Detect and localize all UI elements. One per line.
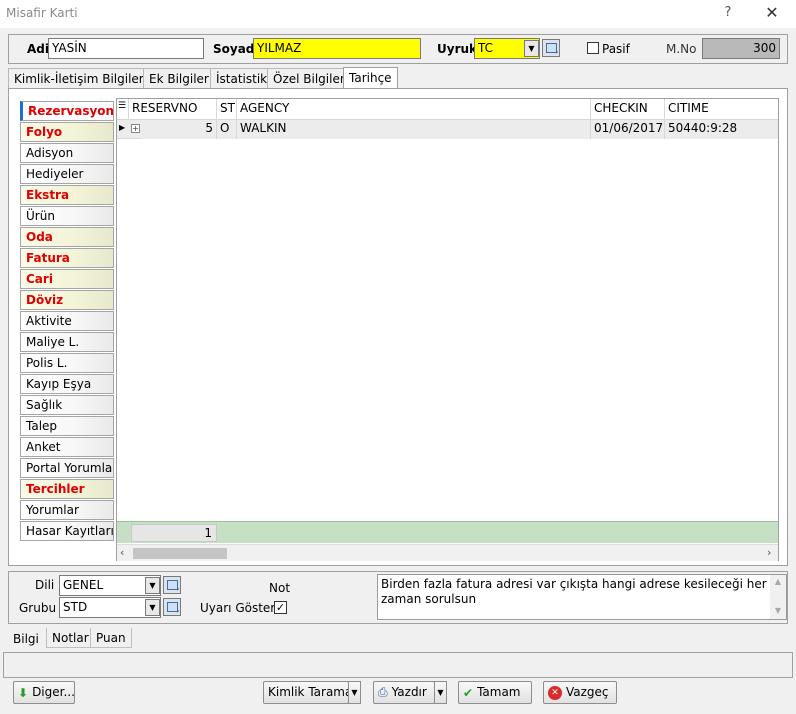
tab-kimlik-iletisim[interactable]: Kimlik-İletişim Bilgileri: [8, 68, 154, 88]
vazgec-button[interactable]: ✕ Vazgeç: [543, 681, 617, 704]
note-memo[interactable]: Birden fazla fatura adresi var çıkışta h…: [377, 574, 787, 620]
side-item-talep[interactable]: Talep: [20, 416, 114, 436]
window-title: Misafir Karti: [6, 6, 78, 20]
soyadi-input[interactable]: YILMAZ: [253, 38, 421, 59]
side-item-oda[interactable]: Oda: [20, 227, 114, 247]
grid-menu-icon[interactable]: ☰: [117, 99, 129, 120]
col-header-st[interactable]: ST: [217, 99, 237, 120]
scroll-thumb[interactable]: [133, 548, 227, 559]
scroll-right-icon[interactable]: ›: [767, 546, 771, 559]
cell-reservno: 5: [141, 120, 217, 139]
diger-label: Diger...: [32, 685, 75, 699]
side-item-yorumlar[interactable]: Yorumlar: [20, 500, 114, 520]
side-item-fatura[interactable]: Fatura: [20, 248, 114, 268]
expand-icon[interactable]: +: [131, 124, 140, 133]
memo-scrollbar[interactable]: ▲ ▼: [770, 575, 786, 619]
side-item-adisyon[interactable]: Adisyon: [20, 143, 114, 163]
side-item-urun[interactable]: Ürün: [20, 206, 114, 226]
yazdir-dropdown[interactable]: ▼: [434, 681, 447, 704]
vazgec-label: Vazgeç: [566, 685, 609, 699]
grubu-lookup-icon[interactable]: [163, 598, 181, 616]
side-item-cari[interactable]: Cari: [20, 269, 114, 289]
close-button[interactable]: ✕: [760, 2, 784, 24]
grubu-label: Grubu: [19, 601, 57, 615]
row-count: 1: [131, 524, 217, 542]
kimlik-tarama-dropdown[interactable]: ▼: [348, 681, 361, 704]
tab-ozel-bilgiler[interactable]: Özel Bilgiler: [267, 68, 351, 88]
side-item-rezervasyon[interactable]: Rezervasyon: [20, 101, 114, 121]
arrow-down-icon: ⬇: [18, 685, 29, 700]
tab-tarihce[interactable]: Tarihçe: [343, 67, 398, 89]
dili-dropdown-button[interactable]: ▼: [145, 577, 160, 594]
cell-citime: 50440:9:28: [665, 120, 778, 139]
dili-label: Dili: [35, 578, 55, 592]
title-bar: Misafir Karti ? ✕: [0, 0, 796, 28]
tamam-label: Tamam: [477, 685, 521, 699]
kimlik-tarama-button[interactable]: Kimlik Tarama: [263, 681, 352, 704]
uyari-goster-checkbox[interactable]: ✓: [274, 601, 287, 614]
cancel-icon: ✕: [548, 685, 562, 700]
grubu-dropdown-button[interactable]: ▼: [145, 599, 160, 616]
cell-st: O: [217, 120, 237, 139]
reservation-grid: ☰ RESERVNO ST AGENCY CHECKIN CITIME ▶ + …: [116, 98, 779, 561]
table-row[interactable]: ▶ + 5 O WALKIN 01/06/2017 50440:9:28: [117, 120, 778, 139]
yazdir-label: Yazdır: [391, 685, 427, 699]
uyruk-dropdown-button[interactable]: ▼: [524, 40, 539, 57]
pasif-label: Pasif: [602, 42, 630, 56]
diger-button[interactable]: ⬇ Diger...: [13, 681, 75, 704]
bottom-tab-notlar[interactable]: Notlar: [46, 628, 95, 648]
side-item-folyo[interactable]: Folyo: [20, 122, 114, 142]
col-header-citime[interactable]: CITIME: [665, 99, 778, 120]
uyruk-label: Uyruk: [437, 42, 478, 56]
side-item-kayip-esya[interactable]: Kayıp Eşya: [20, 374, 114, 394]
mno-label: M.No: [666, 42, 697, 56]
side-item-saglik[interactable]: Sağlık: [20, 395, 114, 415]
col-header-agency[interactable]: AGENCY: [237, 99, 591, 120]
dili-lookup-icon[interactable]: [163, 576, 181, 594]
tab-ek-bilgiler[interactable]: Ek Bilgiler: [143, 68, 215, 88]
uyari-goster-label: Uyarı Göster: [200, 601, 276, 615]
soyadi-label: Soyadi: [213, 42, 259, 56]
side-item-aktivite[interactable]: Aktivite: [20, 311, 114, 331]
side-item-doviz[interactable]: Döviz: [20, 290, 114, 310]
help-button[interactable]: ?: [718, 2, 738, 24]
not-label: Not: [269, 581, 291, 595]
bottom-tab-puan[interactable]: Puan: [90, 628, 132, 648]
row-indicator-icon: ▶: [119, 123, 126, 132]
col-header-checkin[interactable]: CHECKIN: [591, 99, 665, 120]
adi-label: Adi: [27, 42, 49, 56]
side-item-portal-yorumlari[interactable]: Portal Yorumları: [20, 458, 114, 478]
adi-input[interactable]: YASİN: [48, 38, 204, 59]
uyruk-lookup-icon[interactable]: [542, 39, 560, 57]
tab-istatistik[interactable]: İstatistik: [210, 68, 274, 88]
printer-icon: ⎙: [378, 685, 388, 699]
yazdir-button[interactable]: ⎙ Yazdır: [373, 681, 435, 704]
pasif-checkbox[interactable]: [587, 42, 599, 54]
checkmark-icon: ✔: [463, 685, 474, 700]
side-item-anket[interactable]: Anket: [20, 437, 114, 457]
bottom-tab-bilgi[interactable]: Bilgi: [8, 629, 44, 649]
tamam-button[interactable]: ✔ Tamam: [458, 681, 532, 704]
side-item-maliye[interactable]: Maliye L.: [20, 332, 114, 352]
side-item-polis[interactable]: Polis L.: [20, 353, 114, 373]
side-item-hasar-kayitlari[interactable]: Hasar Kayıtları: [20, 521, 114, 541]
cell-checkin: 01/06/2017: [591, 120, 665, 139]
side-item-hediyeler[interactable]: Hediyeler: [20, 164, 114, 184]
col-header-reservno[interactable]: RESERVNO: [129, 99, 217, 120]
grid-summary-footer: 1: [117, 521, 778, 543]
side-item-tercihler[interactable]: Tercihler: [20, 479, 114, 499]
status-bar: [3, 652, 793, 678]
side-item-ekstra[interactable]: Ekstra: [20, 185, 114, 205]
scroll-left-icon[interactable]: ‹: [120, 546, 124, 559]
cell-agency: WALKIN: [237, 120, 591, 139]
horizontal-scrollbar[interactable]: ‹ ›: [117, 544, 778, 561]
mno-field: 300: [702, 38, 780, 59]
